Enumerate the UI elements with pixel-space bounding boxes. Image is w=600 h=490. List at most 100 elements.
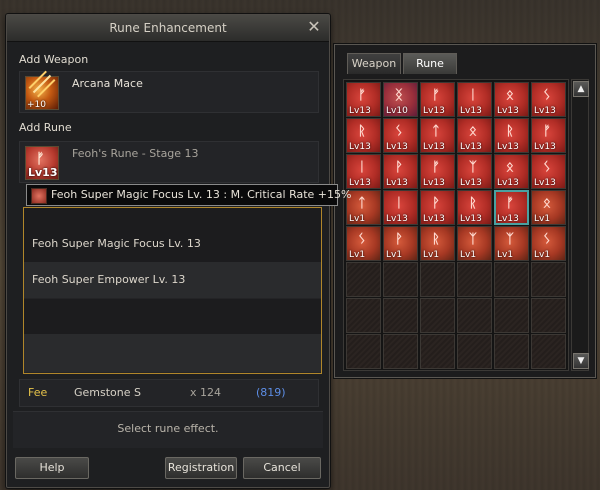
inventory-rune-slot[interactable]: ᚹ Lv1	[383, 226, 418, 261]
inventory-rune-slot[interactable]: ᚱ Lv13	[346, 118, 381, 153]
rune-level-label: Lv1	[349, 214, 366, 224]
rune-level-label: Lv13	[534, 178, 556, 188]
registration-button[interactable]: Registration	[165, 457, 237, 479]
feoh-rune-icon[interactable]: ᚠ Lv13	[25, 146, 59, 180]
tab-weapon[interactable]: Weapon	[347, 53, 401, 74]
rune-glyph-icon: ᚠ	[358, 88, 366, 103]
scroll-down-icon[interactable]: ▼	[573, 353, 589, 369]
inventory-empty-slot[interactable]	[457, 298, 492, 333]
inventory-rune-slot[interactable]: ᛁ Lv13	[346, 154, 381, 189]
weapon-slot[interactable]: +10 Arcana Mace	[19, 71, 319, 113]
inventory-rune-slot[interactable]: ᛟ Lv1	[531, 190, 566, 225]
effect-row[interactable]: Feoh Super Empower Lv. 13	[24, 262, 321, 299]
cancel-button[interactable]: Cancel	[243, 457, 321, 479]
inventory-rune-slot[interactable]: ᛊ Lv1	[531, 226, 566, 261]
inventory-rune-slot[interactable]: ᛊ Lv13	[383, 118, 418, 153]
rune-glyph-icon: ᛁ	[469, 88, 477, 103]
tab-rune[interactable]: Rune	[403, 53, 457, 74]
rune-level-label: Lv13	[423, 178, 445, 188]
inventory-rune-slot[interactable]: ᚱ Lv13	[494, 118, 529, 153]
inventory-rune-slot[interactable]: ᛉ Lv13	[457, 154, 492, 189]
inventory-scrollbar[interactable]: ▲ ▼	[571, 79, 589, 371]
inventory-rune-slot[interactable]: ᛟ Lv13	[494, 154, 529, 189]
inventory-rune-slot[interactable]: ᚠ Lv13	[346, 82, 381, 117]
rune-level-label: Lv13	[386, 142, 408, 152]
inventory-empty-slot[interactable]	[383, 262, 418, 297]
inventory-rune-slot[interactable]: ᚹ Lv13	[383, 154, 418, 189]
close-button[interactable]: ✕	[305, 18, 323, 36]
rune-glyph-icon: ᚹ	[395, 232, 403, 247]
inventory-empty-slot[interactable]	[346, 262, 381, 297]
rune-level-label: Lv13	[497, 214, 519, 224]
rune-slot[interactable]: ᚠ Lv13 Feoh's Rune - Stage 13	[19, 141, 319, 183]
inventory-empty-slot[interactable]	[531, 334, 566, 369]
rune-level-label: Lv13	[349, 106, 371, 116]
inventory-rune-slot[interactable]: ᛉ Lv1	[494, 226, 529, 261]
inventory-rune-slot[interactable]: ᛁ Lv13	[383, 190, 418, 225]
fee-owned: (819)	[256, 386, 286, 399]
inventory-rune-slot[interactable]: ᚱ Lv13	[457, 190, 492, 225]
inventory-rune-slot[interactable]: ᛊ Lv13	[531, 82, 566, 117]
effect-label: Feoh Super Empower Lv. 13	[32, 273, 186, 286]
rune-level-label: Lv13	[386, 214, 408, 224]
rune-glyph-icon: ᚹ	[395, 160, 403, 175]
inventory-rune-slot[interactable]: ᛝ Lv10	[383, 82, 418, 117]
rune-glyph-icon: ᚱ	[358, 124, 366, 139]
rune-level-label: Lv13	[386, 178, 408, 188]
rune-glyph-icon: ᚱ	[506, 124, 514, 139]
inventory-empty-slot[interactable]	[457, 262, 492, 297]
inventory-empty-slot[interactable]	[346, 334, 381, 369]
rune-level-label: Lv1	[349, 250, 366, 260]
rune-level-label: Lv13	[497, 178, 519, 188]
rune-glyph-icon: ᛟ	[469, 124, 477, 139]
rune-effect-list[interactable]: Feoh Super Magic Focus Lv. 13 Feoh Super…	[23, 207, 322, 374]
inventory-rune-slot[interactable]: ᛁ Lv13	[457, 82, 492, 117]
rune-level-label: Lv1	[497, 250, 514, 260]
inventory-rune-slot[interactable]: ᚠ Lv13	[420, 154, 455, 189]
inventory-rune-slot[interactable]: ᚠ Lv13	[494, 190, 529, 225]
effect-row[interactable]: Feoh Super Magic Focus Lv. 13	[24, 226, 321, 263]
rune-glyph-icon: ᛊ	[543, 160, 551, 175]
inventory-empty-slot[interactable]	[531, 262, 566, 297]
rune-glyph-icon: ᛊ	[358, 232, 366, 247]
inventory-panel: Weapon Rune ᚠ Lv13 ᛝ Lv10 ᚠ Lv13 ᛁ Lv13 ᛟ Lv13 ᛊ Lv…	[334, 44, 596, 378]
inventory-rune-slot[interactable]: ᚱ Lv1	[420, 226, 455, 261]
fee-quantity: x 124	[190, 386, 222, 399]
inventory-empty-slot[interactable]	[531, 298, 566, 333]
title-bar[interactable]: Rune Enhancement ✕	[7, 15, 329, 42]
inventory-rune-slot[interactable]: ᛊ Lv13	[531, 154, 566, 189]
inventory-rune-slot[interactable]: ᚠ Lv13	[420, 82, 455, 117]
mace-icon[interactable]: +10	[25, 74, 59, 110]
rune-level: Lv13	[28, 166, 58, 179]
inventory-rune-slot[interactable]: ᛉ Lv1	[457, 226, 492, 261]
inventory-empty-slot[interactable]	[457, 334, 492, 369]
inventory-empty-slot[interactable]	[420, 262, 455, 297]
inventory-empty-slot[interactable]	[383, 298, 418, 333]
inventory-rune-slot[interactable]: ᛊ Lv1	[346, 226, 381, 261]
inventory-rune-slot[interactable]: ᛟ Lv13	[494, 82, 529, 117]
scroll-up-icon[interactable]: ▲	[573, 81, 589, 97]
rune-level-label: Lv13	[423, 214, 445, 224]
rune-level-label: Lv13	[460, 178, 482, 188]
rune-glyph-icon: ᚱ	[469, 196, 477, 211]
inventory-rune-slot[interactable]: ᛟ Lv13	[457, 118, 492, 153]
rune-glyph-icon: ᛏ	[432, 124, 440, 139]
inventory-empty-slot[interactable]	[420, 298, 455, 333]
inventory-empty-slot[interactable]	[420, 334, 455, 369]
inventory-rune-slot[interactable]: ᛏ Lv13	[420, 118, 455, 153]
inventory-empty-slot[interactable]	[383, 334, 418, 369]
rune-glyph-icon: ᛊ	[543, 232, 551, 247]
rune-level-label: Lv13	[534, 106, 556, 116]
inventory-rune-slot[interactable]: ᚹ Lv13	[420, 190, 455, 225]
rune-glyph-icon: ᛊ	[543, 88, 551, 103]
inventory-empty-slot[interactable]	[494, 298, 529, 333]
help-button[interactable]: Help	[15, 457, 89, 479]
inventory-empty-slot[interactable]	[346, 298, 381, 333]
rune-level-label: Lv13	[460, 142, 482, 152]
rune-glyph-icon: ᛟ	[506, 160, 514, 175]
rune-level-label: Lv1	[386, 250, 403, 260]
inventory-empty-slot[interactable]	[494, 334, 529, 369]
inventory-rune-slot[interactable]: ᚠ Lv13	[531, 118, 566, 153]
inventory-empty-slot[interactable]	[494, 262, 529, 297]
fee-row: Fee Gemstone S x 124 (819)	[19, 379, 319, 407]
